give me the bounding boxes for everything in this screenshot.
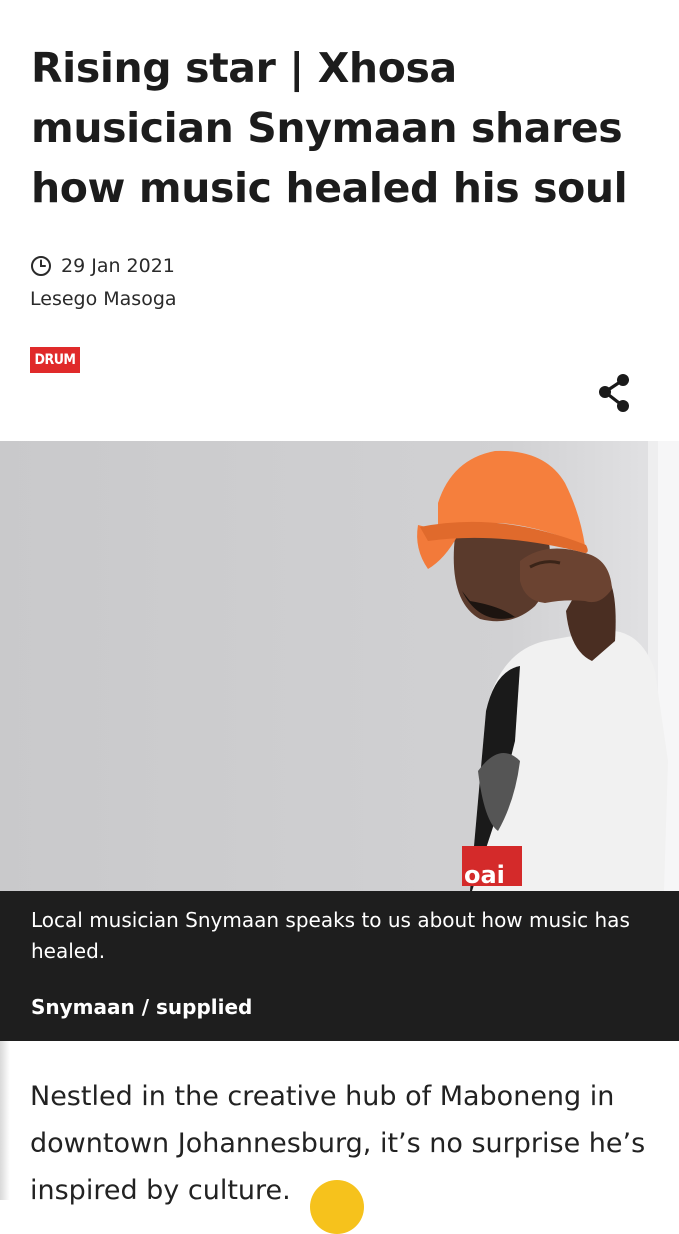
caption-text: Local musician Snymaan speaks to us abou… [31,908,630,963]
share-button[interactable] [594,372,636,414]
shirt-print: oai [464,861,505,889]
clock-icon [30,255,52,277]
article-headline: Rising star | Xhosa musician Snymaan sha… [31,44,628,212]
share-icon [599,374,629,412]
photo-credit: Snymaan / supplied [31,995,253,1019]
article-date: 29 Jan 2021 [30,253,175,279]
article-date-text: 29 Jan 2021 [61,255,175,277]
left-edge-shadow [0,1041,10,1200]
drum-logo[interactable]: DRUM [30,347,80,373]
hero-image[interactable]: oai [0,441,679,891]
floating-badge[interactable] [310,1180,364,1234]
image-caption: Local musician Snymaan speaks to us abou… [0,891,679,1041]
article-author[interactable]: Lesego Masoga [30,288,177,310]
